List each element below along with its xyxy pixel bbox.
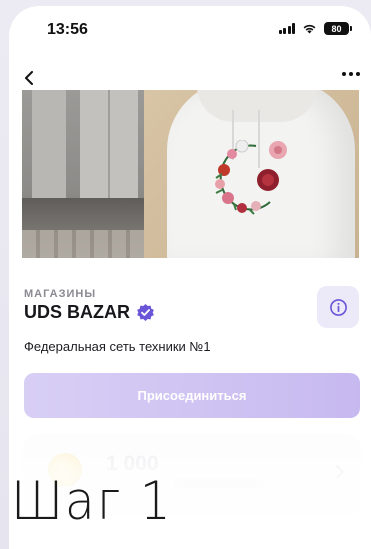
status-icons: 80 xyxy=(278,22,352,35)
points-caption-placeholder xyxy=(174,479,264,488)
floral-wreath-print xyxy=(215,140,287,215)
chevron-left-icon xyxy=(25,71,33,85)
verified-badge-icon xyxy=(137,303,154,322)
store-title-row: UDS BAZAR xyxy=(24,302,155,323)
ellipsis-horizontal-icon xyxy=(342,72,346,76)
battery-indicator: 80 xyxy=(324,22,352,35)
store-name: UDS BAZAR xyxy=(24,302,130,322)
join-button[interactable]: Присоединиться xyxy=(24,373,360,418)
store-cover-image xyxy=(22,90,359,258)
back-button[interactable] xyxy=(17,66,41,90)
phone-screen: 13:56 80 МАГАЗИНЫ UDS BAZAR Федеральная … xyxy=(9,6,371,549)
info-circle-icon xyxy=(329,298,347,316)
store-description: Федеральная сеть техники №1 xyxy=(24,339,211,354)
wifi-icon xyxy=(303,24,316,34)
chevron-right-icon xyxy=(336,465,344,479)
status-time: 13:56 xyxy=(47,21,88,38)
step-label: Шаг 1 xyxy=(11,471,173,532)
signal-icon xyxy=(278,23,295,34)
store-info-button[interactable] xyxy=(317,286,359,328)
store-category: МАГАЗИНЫ xyxy=(24,288,97,300)
more-options-button[interactable] xyxy=(337,62,365,86)
status-bar: 13:56 80 xyxy=(9,6,371,54)
